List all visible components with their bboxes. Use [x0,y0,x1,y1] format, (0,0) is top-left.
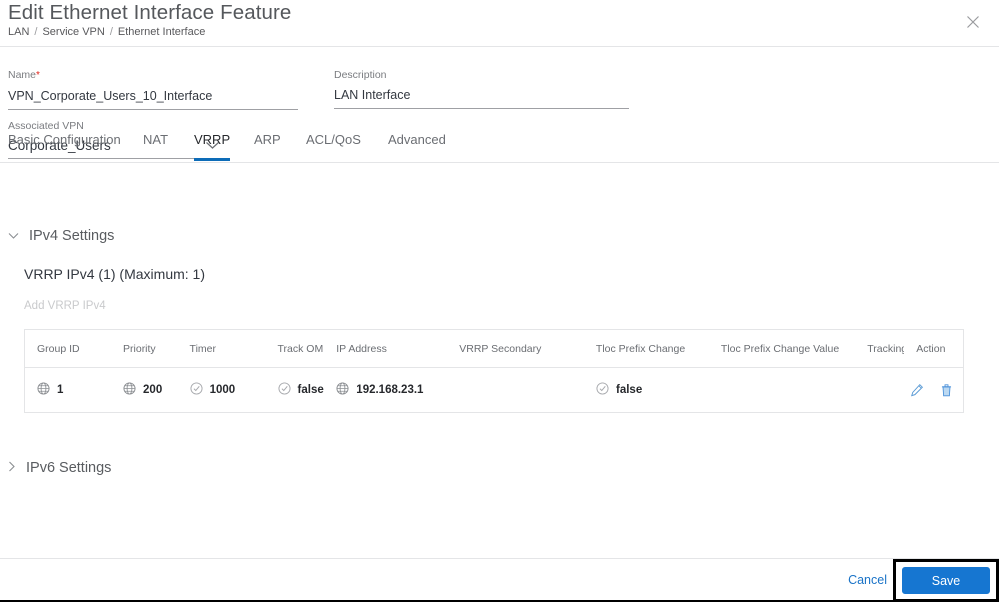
close-button[interactable] [961,10,985,34]
breadcrumb-item-service-vpn[interactable]: Service VPN [42,26,104,38]
check-circle-icon [278,382,291,398]
cell-value-tloc-prefix-change: false [616,384,643,396]
trash-delete-icon[interactable] [940,383,953,397]
edit-ethernet-interface-dialog: Edit Ethernet Interface Feature LAN / Serv… [0,0,999,609]
breadcrumb-separator: / [109,26,113,38]
column-header-priority: Priority [123,342,156,355]
footer-divider [0,558,999,559]
tab-nat[interactable]: NAT [143,131,168,160]
cell-tloc-prefix-change: false [584,382,709,398]
table-row: 1 200 1000 false 192.168.23.1 false [25,368,963,412]
column-header-track-omp: Track OMP [277,342,325,355]
cell-ip-address: 192.168.23.1 [324,382,447,398]
section-header-ipv4-settings[interactable]: IPv4 Settings [8,227,114,245]
name-input[interactable]: VPN_Corporate_Users_10_Interface [8,87,298,110]
section-title-ipv4: IPv4 Settings [29,228,115,244]
description-input[interactable]: LAN Interface [334,86,629,109]
tab-basic-configuration[interactable]: Basic Configuration [8,131,121,160]
cell-priority: 200 [111,382,178,398]
column-header-group-id: Group ID [37,342,80,355]
check-circle-icon [596,382,609,398]
tab-acl-qos[interactable]: ACL/QoS [306,131,361,160]
tab-arp[interactable]: ARP [254,131,281,160]
close-icon [967,16,979,28]
breadcrumb-item-lan[interactable]: LAN [8,26,29,38]
add-vrrp-ipv4-link[interactable]: Add VRRP IPv4 [24,300,106,312]
cancel-button[interactable]: Cancel [848,573,887,587]
cell-value-group-id: 1 [57,384,64,396]
dialog-header: Edit Ethernet Interface Feature LAN / Serv… [0,0,999,47]
vrrp-ipv4-table: Group ID Priority Timer Track OMP IP Add… [24,329,964,413]
globe-icon [123,382,136,398]
column-header-action: Action [916,342,946,355]
tab-vrrp[interactable]: VRRP [194,131,231,161]
cell-timer: 1000 [178,382,266,398]
cell-value-timer: 1000 [209,384,236,396]
cell-group-id: 1 [25,382,111,398]
chevron-right-icon [8,459,16,477]
tab-bar: Basic Configuration NAT VRRP ARP ACL/QoS… [0,131,999,163]
globe-icon [336,382,349,398]
column-header-ip-address: IP Address [336,342,387,355]
globe-icon [37,382,50,398]
page-title: Edit Ethernet Interface Feature [8,1,292,24]
column-header-tloc-prefix-change: Tloc Prefix Change [595,342,686,355]
cell-value-priority: 200 [143,384,163,396]
pencil-edit-icon[interactable] [910,383,924,397]
table-header-row: Group ID Priority Timer Track OMP IP Add… [25,330,963,368]
section-header-ipv6-settings[interactable]: IPv6 Settings [8,459,111,477]
section-title-ipv6: IPv6 Settings [26,460,112,476]
column-header-timer: Timer [189,342,216,355]
required-marker: * [36,70,40,81]
bottom-rule [0,600,999,602]
column-header-vrrp-secondary: VRRP Secondary [459,342,542,355]
chevron-down-icon [8,227,19,245]
description-field-group: Description LAN Interface [334,68,629,109]
breadcrumb-item-ethernet-interface: Ethernet Interface [117,26,206,38]
save-button[interactable]: Save [902,567,990,594]
name-field-label: Name* [8,69,40,81]
cell-actions [904,383,963,397]
column-header-tracking: Tracking [867,342,905,355]
save-button-highlight: Save [893,559,999,602]
name-field-group: Name* VPN_Corporate_Users_10_Interface [8,68,298,110]
column-header-tloc-prefix-change-value: Tloc Prefix Change Value [720,342,840,355]
tab-advanced[interactable]: Advanced [388,131,446,160]
cell-track-omp: false [266,382,325,398]
vrrp-ipv4-subtitle: VRRP IPv4 (1) (Maximum: 1) [24,266,205,282]
check-circle-icon [190,382,203,398]
description-field-label: Description [334,69,387,81]
cell-value-ip-address: 192.168.23.1 [356,384,424,396]
cell-value-track-omp: false [297,384,324,396]
breadcrumb-separator: / [34,26,38,38]
breadcrumb: LAN / Service VPN / Ethernet Interface [0,25,205,39]
